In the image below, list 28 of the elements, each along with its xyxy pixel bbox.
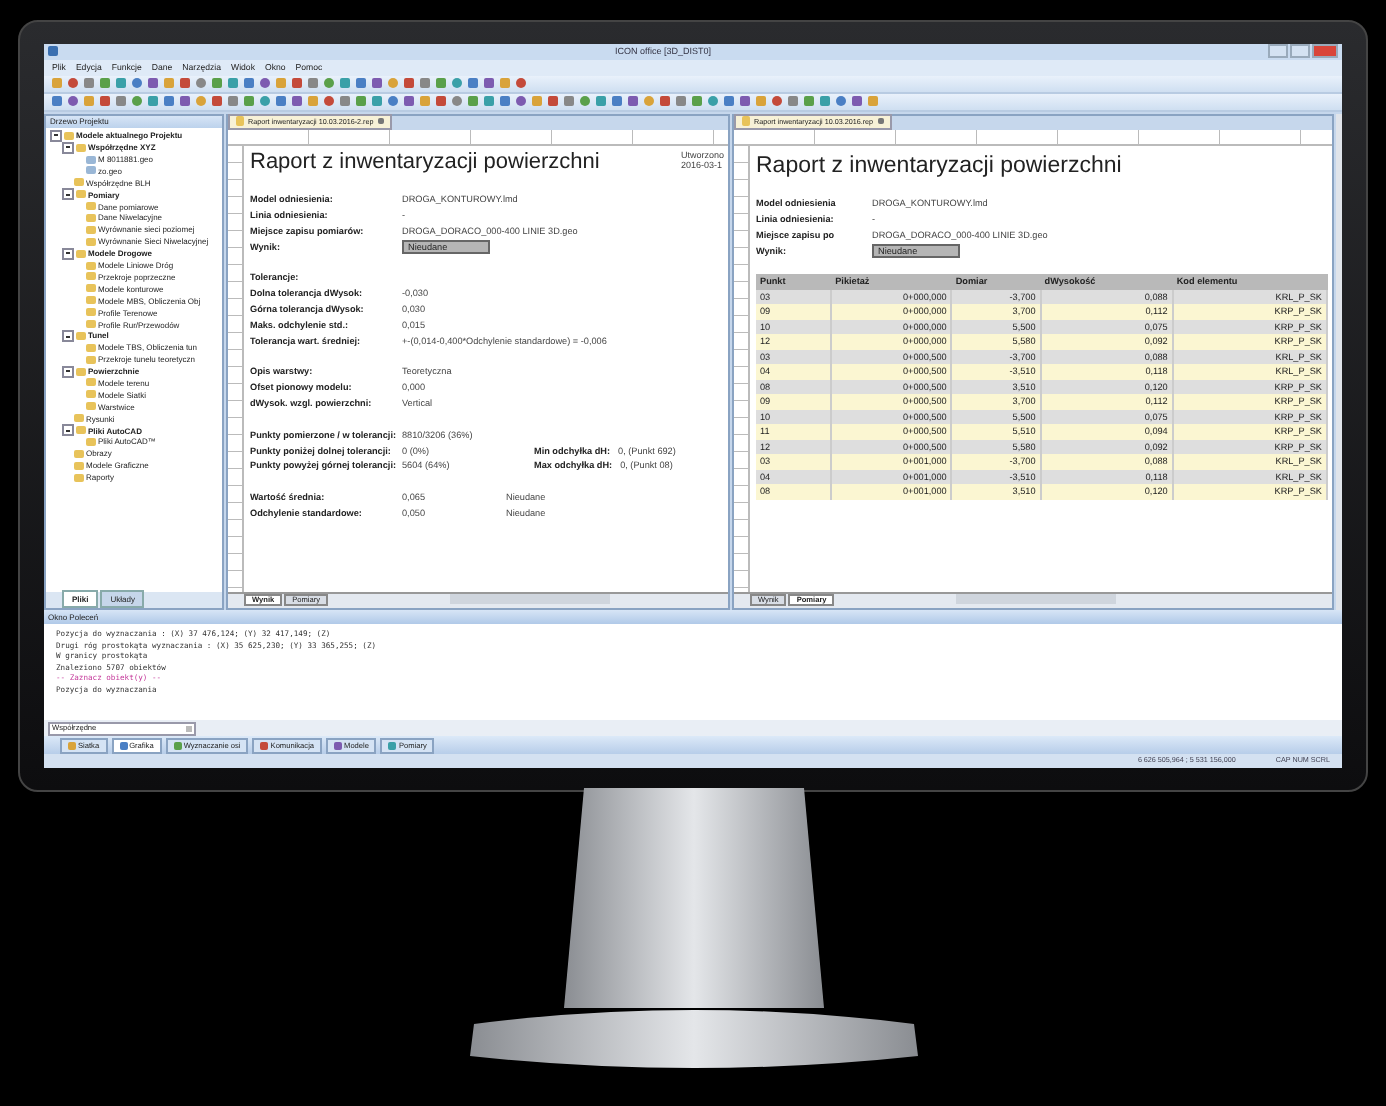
report-title: Raport z inwentaryzacji powierzchni	[756, 153, 1124, 178]
tab-icon	[260, 741, 269, 750]
tab-icon	[119, 741, 128, 750]
collapse-icon[interactable]	[62, 424, 74, 437]
horizontal-scrollbar[interactable]	[450, 594, 611, 605]
collapse-icon[interactable]	[62, 188, 74, 201]
close-tab-button[interactable]	[877, 118, 884, 125]
collapse-icon[interactable]	[62, 329, 74, 342]
close-icon	[877, 118, 884, 125]
close-icon	[377, 118, 384, 125]
tab-icon	[173, 741, 182, 750]
collapse-icon[interactable]	[62, 247, 74, 260]
collapse-icon[interactable]	[62, 365, 74, 378]
close-button[interactable]	[1312, 44, 1338, 59]
document-icon	[236, 116, 244, 127]
tab-icon	[388, 741, 397, 750]
document-icon	[742, 116, 750, 127]
collapse-icon[interactable]	[50, 129, 62, 142]
horizontal-scrollbar[interactable]	[956, 594, 1117, 605]
report-title: Raport z inwentaryzacji powierzchni	[250, 149, 600, 174]
collapse-icon[interactable]	[62, 141, 74, 154]
minimize-button[interactable]	[1268, 44, 1288, 59]
close-tab-button[interactable]	[377, 118, 384, 125]
tab-icon	[334, 741, 343, 750]
tab-icon	[68, 741, 76, 750]
vertical-scrollbar[interactable]	[1336, 113, 1342, 611]
app-icon	[48, 46, 58, 57]
maximize-button[interactable]	[1290, 44, 1310, 59]
